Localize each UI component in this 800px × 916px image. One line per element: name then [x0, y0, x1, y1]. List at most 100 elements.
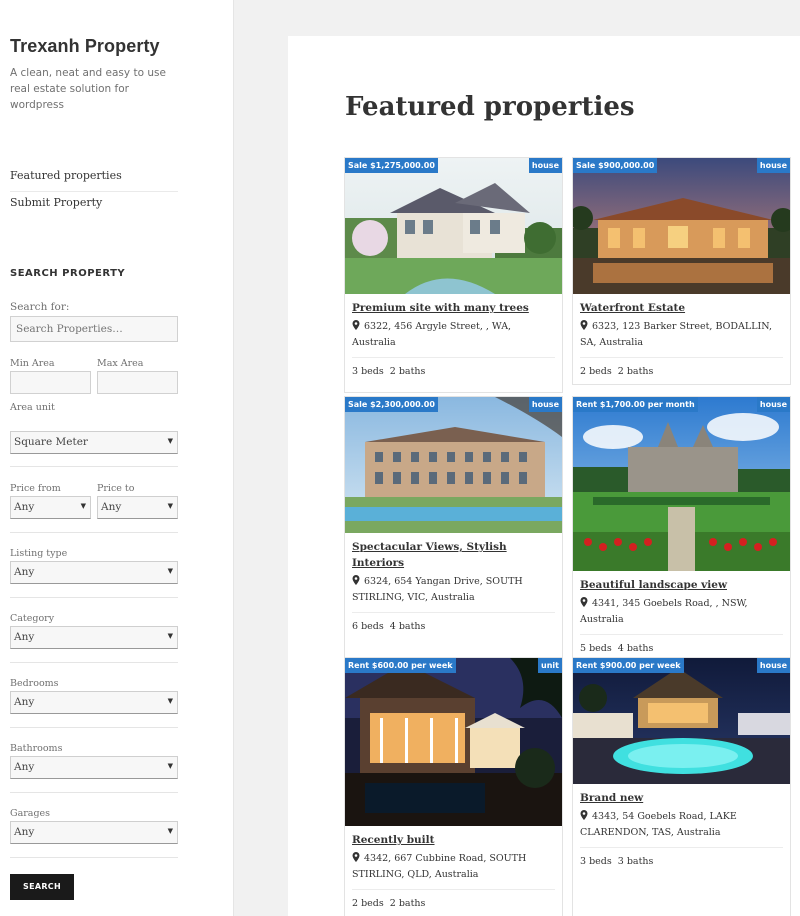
site-description: A clean, neat and easy to use real estat… — [10, 67, 166, 111]
property-card: Sale $900,000.00 house Waterfront Estate… — [572, 157, 791, 385]
property-photo[interactable]: Sale $1,275,000.00 house — [345, 158, 562, 294]
type-badge: house — [756, 397, 790, 412]
property-address: 6323, 123 Barker Street, BODALLIN, SA, A… — [580, 319, 783, 358]
caret-down-icon: ▼ — [80, 502, 86, 510]
type-badge: house — [528, 397, 562, 412]
property-title-link[interactable]: Recently built — [352, 832, 555, 848]
menu-item-submit-property[interactable]: Submit Property — [10, 192, 178, 219]
beds-count: 3 beds — [352, 366, 384, 377]
area-unit-label: Area unit — [10, 402, 55, 413]
beds-count: 5 beds — [580, 643, 612, 654]
address-text: 4343, 54 Goebels Road, LAKE CLARENDON, T… — [580, 811, 737, 838]
property-title-link[interactable]: Spectacular Views, Stylish Interiors — [352, 539, 555, 571]
property-card: Sale $2,300,000.00 house Spectacular Vie… — [344, 396, 563, 679]
beds-count: 2 beds — [352, 898, 384, 909]
caret-down-icon: ▼ — [167, 697, 173, 705]
category-select[interactable]: Any ▼ — [10, 626, 178, 649]
beds-count: 3 beds — [580, 856, 612, 867]
caret-down-icon: ▼ — [167, 567, 173, 575]
search-for-label: Search for: — [10, 301, 70, 313]
address-text: 6323, 123 Barker Street, BODALLIN, SA, A… — [580, 321, 772, 348]
area-unit-select[interactable]: Square Meter ▼ — [10, 431, 178, 454]
garages-label: Garages — [10, 808, 51, 819]
listing-type-select[interactable]: Any ▼ — [10, 561, 178, 584]
bedrooms-select[interactable]: Any ▼ — [10, 691, 178, 714]
garages-value: Any — [14, 826, 35, 838]
search-input[interactable] — [10, 316, 178, 342]
property-address: 4342, 667 Cubbine Road, SOUTH STIRLING, … — [352, 851, 555, 890]
listing-type-label: Listing type — [10, 548, 68, 559]
divider — [10, 662, 178, 663]
property-title-link[interactable]: Beautiful landscape view — [580, 577, 783, 593]
price-badge: Rent $900.00 per week — [573, 658, 684, 673]
property-title-link[interactable]: Brand new — [580, 790, 783, 806]
divider — [10, 857, 178, 858]
property-photo[interactable]: Rent $900.00 per week house — [573, 658, 790, 784]
min-area-label: Min Area — [10, 358, 55, 369]
property-meta: 2 beds 2 baths — [352, 898, 555, 916]
type-badge: house — [756, 658, 790, 673]
caret-down-icon: ▼ — [167, 437, 173, 445]
price-badge: Sale $1,275,000.00 — [345, 158, 438, 173]
page-title: Featured properties — [345, 92, 635, 122]
beds-count: 6 beds — [352, 621, 384, 632]
caret-down-icon: ▼ — [167, 762, 173, 770]
property-address: 6324, 654 Yangan Drive, SOUTH STIRLING, … — [352, 574, 555, 613]
address-text: 6324, 654 Yangan Drive, SOUTH STIRLING, … — [352, 576, 523, 603]
min-area-input[interactable] — [10, 371, 91, 394]
price-badge: Rent $600.00 per week — [345, 658, 456, 673]
divider — [10, 532, 178, 533]
search-button[interactable]: SEARCH — [10, 874, 74, 900]
caret-down-icon: ▼ — [167, 632, 173, 640]
map-pin-icon — [580, 320, 588, 330]
price-to-value: Any — [101, 501, 122, 513]
map-pin-icon — [352, 575, 360, 585]
property-card: Rent $1,700.00 per month house Beautiful… — [572, 396, 791, 663]
map-pin-icon — [352, 852, 360, 862]
property-meta: 2 beds 2 baths — [580, 366, 783, 384]
property-address: 6322, 456 Argyle Street, , WA, Australia — [352, 319, 555, 358]
bedrooms-value: Any — [14, 696, 35, 708]
divider — [10, 792, 178, 793]
bathrooms-label: Bathrooms — [10, 743, 63, 754]
baths-count: 4 baths — [617, 643, 654, 654]
address-text: 4341, 345 Goebels Road, , NSW, Australia — [580, 598, 748, 625]
price-badge: Sale $2,300,000.00 — [345, 397, 438, 412]
property-card: Rent $900.00 per week house Brand new 43… — [572, 657, 791, 916]
max-area-input[interactable] — [97, 371, 178, 394]
divider — [10, 727, 178, 728]
property-title-link[interactable]: Waterfront Estate — [580, 300, 783, 316]
baths-count: 2 baths — [389, 366, 426, 377]
map-pin-icon — [352, 320, 360, 330]
search-widget-title: SEARCH PROPERTY — [10, 268, 126, 279]
address-text: 6322, 456 Argyle Street, , WA, Australia — [352, 321, 512, 348]
type-badge: house — [756, 158, 790, 173]
price-to-label: Price to — [97, 483, 135, 494]
property-title-link[interactable]: Premium site with many trees — [352, 300, 555, 316]
baths-count: 4 baths — [389, 621, 426, 632]
max-area-label: Max Area — [97, 358, 144, 369]
price-from-value: Any — [14, 501, 35, 513]
bathrooms-select[interactable]: Any ▼ — [10, 756, 178, 779]
price-badge: Sale $900,000.00 — [573, 158, 658, 173]
price-from-select[interactable]: Any ▼ — [10, 496, 91, 519]
property-card: Rent $600.00 per week unit Recently buil… — [344, 657, 563, 916]
site-title[interactable]: Trexanh Property — [10, 36, 160, 57]
type-badge: house — [528, 158, 562, 173]
property-address: 4343, 54 Goebels Road, LAKE CLARENDON, T… — [580, 809, 783, 848]
property-address: 4341, 345 Goebels Road, , NSW, Australia — [580, 596, 783, 635]
property-photo[interactable]: Sale $2,300,000.00 house — [345, 397, 562, 533]
price-to-select[interactable]: Any ▼ — [97, 496, 178, 519]
garages-select[interactable]: Any ▼ — [10, 821, 178, 844]
property-photo[interactable]: Sale $900,000.00 house — [573, 158, 790, 294]
menu-item-featured-properties[interactable]: Featured properties — [10, 165, 178, 192]
listing-type-value: Any — [14, 566, 35, 578]
property-meta: 3 beds 3 baths — [580, 856, 783, 916]
main-menu: Featured properties Submit Property — [10, 165, 178, 219]
property-photo[interactable]: Rent $600.00 per week unit — [345, 658, 562, 826]
property-photo[interactable]: Rent $1,700.00 per month house — [573, 397, 790, 571]
divider — [10, 466, 178, 467]
map-pin-icon — [580, 597, 588, 607]
property-meta: 3 beds 2 baths — [352, 366, 555, 392]
area-unit-value: Square Meter — [14, 436, 88, 448]
